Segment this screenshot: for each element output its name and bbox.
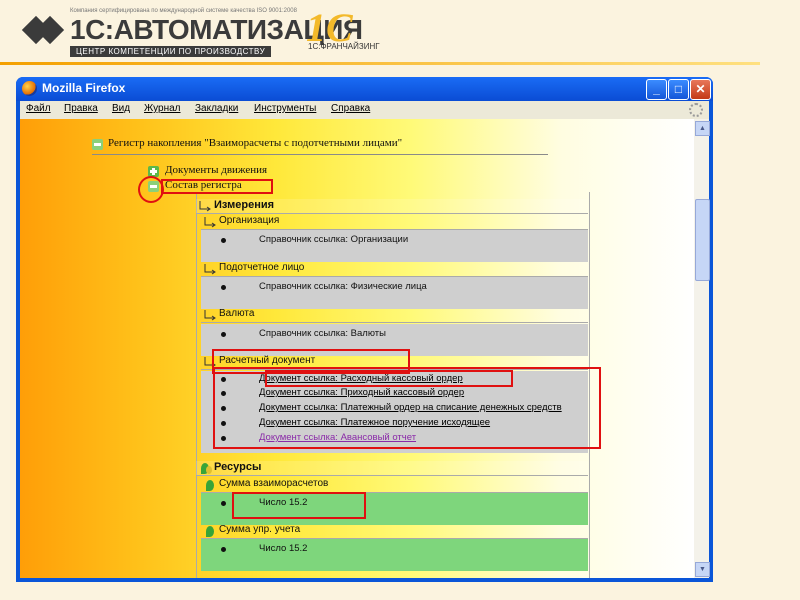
register-title: Регистр накопления "Взаиморасчеты с подо… bbox=[108, 137, 403, 149]
collapse-register-icon[interactable] bbox=[92, 139, 103, 150]
bullet-icon bbox=[221, 285, 226, 290]
scroll-down-icon[interactable]: ▼ bbox=[695, 562, 710, 577]
group-accountable-person: Подотчетное лицо bbox=[201, 262, 588, 277]
browser-window: Mozilla Firefox _ □ ✕ Файл Правка Вид Жу… bbox=[16, 77, 713, 582]
group-organization: Организация bbox=[201, 215, 588, 230]
throbber-icon bbox=[689, 103, 703, 117]
group-title: Организация bbox=[219, 215, 280, 226]
group-title: Сумма взаиморасчетов bbox=[219, 478, 329, 489]
group-title: Сумма упр. учета bbox=[219, 524, 301, 535]
tree-branch-icon bbox=[204, 310, 216, 321]
section-title: Ресурсы bbox=[214, 461, 262, 473]
group-currency: Валюта bbox=[201, 308, 588, 323]
menu-tools[interactable]: Инструменты bbox=[254, 103, 316, 114]
menu-history[interactable]: Журнал bbox=[144, 103, 181, 114]
bullet-icon bbox=[221, 332, 226, 337]
values-box: Справочник ссылка: Организации bbox=[201, 230, 588, 262]
node-documents[interactable]: Документы движения bbox=[165, 164, 267, 176]
group-management-amount: Сумма упр. учета bbox=[201, 524, 588, 539]
section-resources: Ресурсы bbox=[196, 461, 588, 476]
tree-branch-icon bbox=[204, 217, 216, 228]
logo-subtitle: ЦЕНТР КОМПЕТЕНЦИИ ПО ПРОИЗВОДСТВУ bbox=[70, 46, 272, 57]
menu-file[interactable]: Файл bbox=[26, 103, 51, 114]
group-title: Подотчетное лицо bbox=[219, 262, 305, 273]
tree-branch-icon bbox=[204, 264, 216, 275]
bullet-icon bbox=[221, 547, 226, 552]
bullet-icon bbox=[221, 501, 226, 506]
window-titlebar[interactable]: Mozilla Firefox _ □ ✕ bbox=[16, 77, 713, 101]
menu-bar: Файл Правка Вид Журнал Закладки Инструме… bbox=[20, 101, 709, 119]
section-title: Измерения bbox=[214, 199, 275, 211]
tree-branch-icon bbox=[199, 201, 211, 212]
resources-icon bbox=[197, 462, 212, 474]
leaf-icon bbox=[202, 525, 216, 537]
highlight-rect bbox=[213, 367, 601, 449]
scroll-up-icon[interactable]: ▲ bbox=[695, 121, 710, 136]
page-content: Регистр накопления "Взаиморасчеты с подо… bbox=[20, 119, 694, 578]
menu-view[interactable]: Вид bbox=[112, 103, 130, 114]
values-box: Справочник ссылка: Физические лица bbox=[201, 277, 588, 309]
scroll-thumb[interactable] bbox=[695, 199, 710, 281]
register-divider bbox=[92, 154, 548, 155]
values-box: Число 15.2 bbox=[201, 539, 588, 571]
highlight-rect bbox=[161, 179, 273, 194]
bullet-icon bbox=[221, 238, 226, 243]
group-title: Валюта bbox=[219, 308, 255, 319]
maximize-button[interactable]: □ bbox=[668, 79, 689, 100]
window-title: Mozilla Firefox bbox=[42, 81, 126, 95]
menu-help[interactable]: Справка bbox=[331, 103, 370, 114]
menu-edit[interactable]: Правка bbox=[64, 103, 98, 114]
franchise-logo: 1С 1С:ФРАНЧАЙЗИНГ bbox=[302, 4, 402, 54]
highlight-rect bbox=[232, 492, 366, 519]
vertical-scrollbar[interactable]: ▲ ▼ bbox=[694, 119, 710, 578]
close-button[interactable]: ✕ bbox=[690, 79, 711, 100]
minimize-button[interactable]: _ bbox=[646, 79, 667, 100]
franchise-text: 1С:ФРАНЧАЙЗИНГ bbox=[308, 42, 380, 51]
firefox-icon bbox=[22, 81, 37, 96]
leaf-icon bbox=[202, 479, 216, 491]
header-divider bbox=[0, 62, 760, 65]
section-dimensions: Измерения bbox=[196, 199, 588, 214]
menu-bookmarks[interactable]: Закладки bbox=[195, 103, 238, 114]
group-settlement-amount: Сумма взаиморасчетов bbox=[201, 478, 588, 493]
